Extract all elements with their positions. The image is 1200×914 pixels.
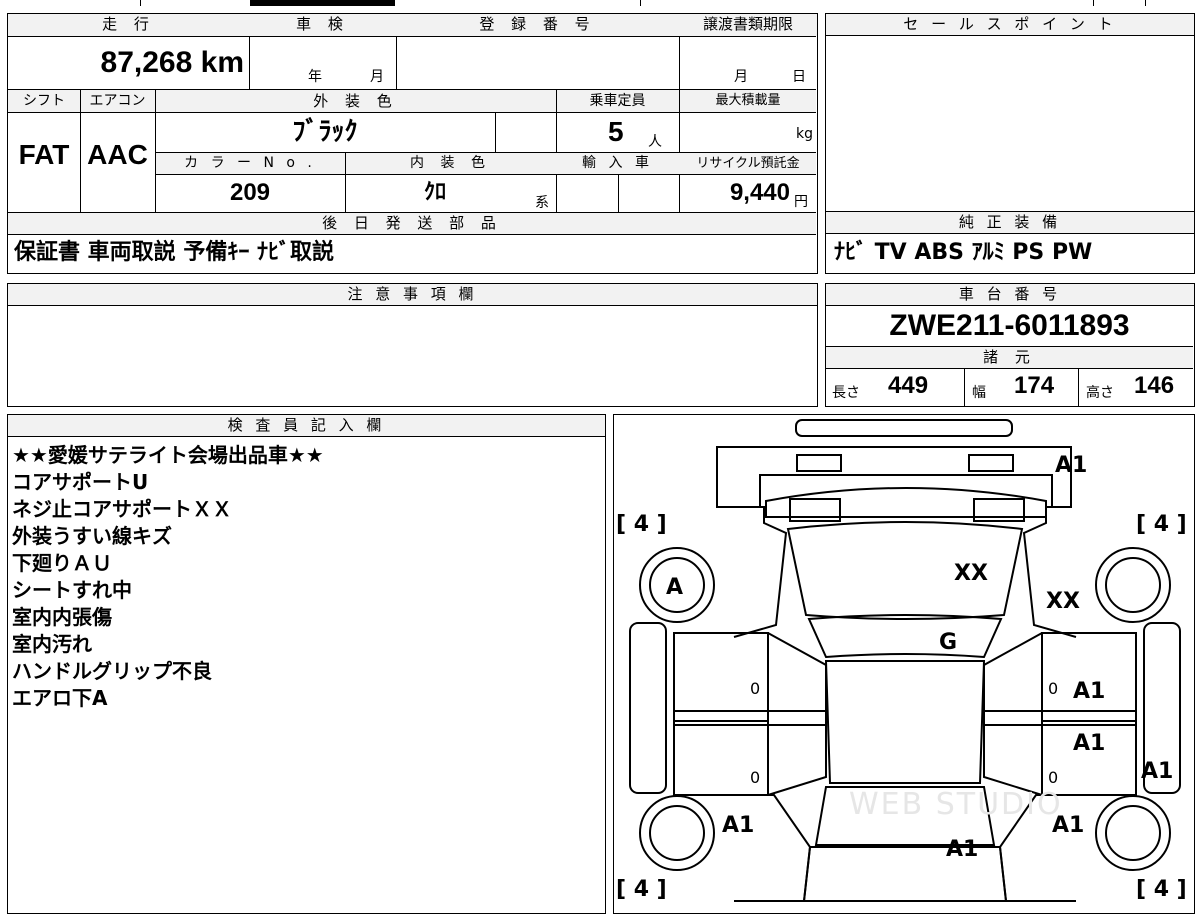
note-item: エアロ下A <box>12 686 108 710</box>
damage-left-front-door: 0 <box>750 679 761 698</box>
max-load-label: 最大積載量 <box>715 93 781 108</box>
tire-rear-right: [ 4 ] <box>1136 877 1187 902</box>
note-item: シートすれ中 <box>12 578 132 602</box>
damage-front-bumper: A1 <box>1055 453 1088 478</box>
interior-color-label: 内 装 色 <box>410 155 491 171</box>
exterior-color-label: 外 装 色 <box>313 92 398 110</box>
specs-label: 諸 元 <box>826 347 1193 368</box>
damage-right-rear-door-zero: 0 <box>1048 768 1059 787</box>
damage-right-fender: XX <box>1046 589 1080 614</box>
shift-value: FAT <box>18 139 70 170</box>
capacity-unit: 人 <box>648 134 662 150</box>
exterior-color-value: ﾌﾞﾗｯｸ <box>292 117 358 147</box>
inspection-month-label: 月 <box>370 69 384 85</box>
damage-left-quarter: A1 <box>722 813 755 838</box>
tire-front-left: [ 4 ] <box>616 512 667 537</box>
specs-length-value: 449 <box>888 372 929 399</box>
sales-point-label: セ ー ル ス ポ イ ン ト <box>826 14 1194 36</box>
recycle-label: リサイクル預託金 <box>696 156 800 171</box>
mileage-label: 走 行 <box>8 14 249 36</box>
aircon-label: エアコン <box>89 93 146 109</box>
color-no-value: 209 <box>229 179 271 206</box>
sales-point-box: セ ー ル ス ポ イ ン ト <box>825 13 1195 213</box>
genuine-equipment-box: 純 正 装 備 ﾅﾋﾞ TV ABS ｱﾙﾐ PS PW <box>825 211 1195 274</box>
watermark-text: WEB STUDIO <box>849 787 1063 822</box>
interior-color-value: ｸﾛ <box>423 180 446 205</box>
note-item: ★★愛媛サテライト会場出品車★★ <box>12 443 324 467</box>
caution-label: 注 意 事 項 欄 <box>8 284 817 306</box>
caution-box: 注 意 事 項 欄 <box>7 283 818 407</box>
shift-label: シフト <box>23 93 65 109</box>
recycle-unit: 円 <box>794 194 808 210</box>
later-parts-value: 保証書 車両取説 予備ｷｰ ﾅﾋﾞ取説 <box>14 240 334 265</box>
damage-right-front-door-zero: 0 <box>1048 679 1059 698</box>
note-item: 室内汚れ <box>12 632 92 656</box>
damage-left-fender: A <box>666 575 684 600</box>
registration-label: 登 録 番 号 <box>396 14 679 36</box>
inspection-label: 車 検 <box>249 14 396 36</box>
damage-left-rear-door: 0 <box>750 768 761 787</box>
note-item: 外装うすい線キズ <box>12 524 172 548</box>
specs-height-label: 高さ <box>1086 385 1114 401</box>
inspector-notes-box: 検 査 員 記 入 欄 ★★愛媛サテライト会場出品車★★ コアサポートU ネジ止… <box>7 414 606 914</box>
inspector-notes-list: ★★愛媛サテライト会場出品車★★ コアサポートU ネジ止コアサポートＸＸ 外装う… <box>12 442 324 712</box>
damage-roof: G <box>939 630 958 655</box>
mileage-value: 87,268 km <box>100 46 244 79</box>
car-condition-diagram: [ 4 ] [ 4 ] [ 4 ] [ 4 ] A1 XX XX A G 0 0… <box>613 414 1195 914</box>
recycle-value: 9,440 <box>729 179 790 206</box>
note-item: ハンドルグリップ不良 <box>12 659 212 683</box>
chassis-label: 車 台 番 号 <box>826 284 1194 306</box>
damage-right-front-door: A1 <box>1073 679 1106 704</box>
color-no-label: カ ラ ー N o . <box>184 155 316 171</box>
capacity-label: 乗車定員 <box>589 93 646 109</box>
note-item: 室内内張傷 <box>12 605 112 629</box>
chassis-value: ZWE211-6011893 <box>889 309 1130 342</box>
damage-hood: XX <box>954 561 988 586</box>
max-load-unit: kg <box>796 126 813 142</box>
inspector-notes-label: 検 査 員 記 入 欄 <box>8 415 605 437</box>
interior-color-suffix: 系 <box>535 195 549 211</box>
transfer-day-label: 日 <box>792 69 806 85</box>
capacity-value: 5 <box>608 116 624 147</box>
specs-height-value: 146 <box>1134 372 1175 399</box>
specs-length-label: 長さ <box>832 385 860 401</box>
import-label: 輸 入 車 <box>582 155 653 171</box>
damage-right-rear-door: A1 <box>1073 731 1106 756</box>
tire-front-right: [ 4 ] <box>1136 512 1187 537</box>
genuine-equipment-value: ﾅﾋﾞ TV ABS ｱﾙﾐ PS PW <box>834 240 1093 265</box>
transfer-month-label: 月 <box>734 69 748 85</box>
chassis-box: 車 台 番 号 ZWE211-6011893 諸 元 長さ 449 幅 174 … <box>825 283 1195 407</box>
car-outline <box>629 419 1181 902</box>
note-item: 下廻りＡＵ <box>12 551 112 575</box>
specs-width-value: 174 <box>1014 372 1055 399</box>
damage-trunk: A1 <box>946 837 979 862</box>
transfer-deadline-label: 譲渡書類期限 <box>679 14 817 36</box>
top-fragment-row <box>0 0 1200 6</box>
note-item: ネジ止コアサポートＸＸ <box>12 497 232 521</box>
specs-width-label: 幅 <box>972 385 986 401</box>
genuine-equipment-label: 純 正 装 備 <box>826 212 1194 234</box>
aircon-value: AAC <box>87 139 148 170</box>
later-parts-label: 後 日 発 送 部 品 <box>8 213 816 234</box>
vehicle-info-table: 走 行 車 検 登 録 番 号 譲渡書類期限 87,268 km 年 月 月 日… <box>7 13 818 274</box>
tire-rear-left: [ 4 ] <box>616 877 667 902</box>
inspection-year-label: 年 <box>308 69 322 85</box>
damage-right-rocker: A1 <box>1141 759 1174 784</box>
note-item: コアサポートU <box>12 470 149 494</box>
